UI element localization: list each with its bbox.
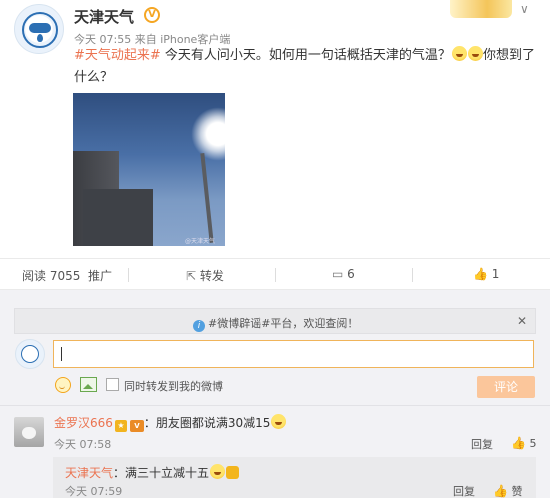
star-badge-icon: ★ bbox=[114, 420, 127, 432]
info-icon: i bbox=[193, 320, 205, 332]
forward-checkbox-label[interactable]: 同时转发到我的微博 bbox=[124, 378, 223, 394]
post-photo[interactable]: @天津天气 bbox=[73, 93, 225, 246]
comment-icon: ▭ bbox=[332, 267, 344, 281]
reply-like-button[interactable]: 👍 赞 bbox=[493, 483, 522, 498]
thumbs-up-emoji-icon bbox=[226, 466, 240, 479]
laugh-emoji-icon bbox=[271, 414, 287, 429]
divider bbox=[412, 268, 413, 282]
forward-checkbox[interactable] bbox=[106, 378, 119, 391]
laugh-emoji-icon bbox=[210, 464, 226, 479]
reply-text: ：满三十立减十五 bbox=[113, 466, 210, 480]
weibo-post: 天津天气 V ∨ 今天 07:55 来自 iPhone客户端 #天气动起来# 今… bbox=[0, 0, 550, 258]
comment-like-button[interactable]: 👍 5 bbox=[511, 436, 536, 450]
action-bar: 阅读 7055 推广 ⇱ 转发 ▭ 6 👍 1 bbox=[0, 258, 550, 290]
read-count: 阅读 7055 bbox=[22, 269, 81, 283]
weather-logo-ring bbox=[21, 345, 39, 363]
divider bbox=[0, 405, 550, 406]
reply-like-label: 赞 bbox=[511, 485, 523, 498]
like-count: 1 bbox=[491, 267, 500, 281]
commenter-name[interactable]: 金罗汉666 bbox=[54, 416, 113, 430]
divider bbox=[275, 268, 276, 282]
crane-shape bbox=[200, 153, 214, 243]
repost-icon: ⇱ bbox=[186, 269, 197, 283]
thumbs-up-icon: 👍 bbox=[473, 267, 488, 281]
repost-button[interactable]: ⇱ 转发 bbox=[186, 267, 224, 284]
reply-thread: 天津天气：满三十立减十五 今天 07:59 回复 👍 赞 bbox=[53, 457, 536, 498]
comment-input[interactable] bbox=[53, 340, 534, 368]
post-body-text: 今天有人问小天。如何用一句话概括天津的气温？ bbox=[160, 48, 451, 63]
thumbs-up-icon: 👍 bbox=[511, 436, 526, 450]
comment-text: ：朋友圈都说满30减15 bbox=[143, 416, 271, 430]
post-text: #天气动起来# 今天有人问小天。如何用一句话概括天津的气温？ 你想到了什么？ bbox=[74, 45, 536, 89]
divider bbox=[128, 268, 129, 282]
text-caret bbox=[61, 347, 62, 361]
verified-v-icon: V bbox=[144, 7, 160, 23]
corner-decoration bbox=[450, 0, 512, 18]
raindrop-icon bbox=[37, 34, 43, 42]
promote-button[interactable]: 推广 bbox=[88, 267, 112, 284]
notice-banner: i #微博辟谣#平台，欢迎查阅！ ✕ bbox=[14, 308, 536, 334]
reply-author[interactable]: 天津天气 bbox=[65, 466, 113, 480]
photo-watermark: @天津天气 bbox=[185, 238, 216, 245]
reply-time: 今天 07:59 bbox=[65, 485, 123, 498]
topic-link[interactable]: #天气动起来# bbox=[74, 48, 161, 63]
reply-reply-button[interactable]: 回复 bbox=[453, 483, 475, 498]
comment-like-count: 5 bbox=[529, 437, 537, 450]
repost-label: 转发 bbox=[199, 269, 224, 283]
notice-text[interactable]: i #微博辟谣#平台，欢迎查阅！ bbox=[193, 315, 358, 332]
comment-reply-button[interactable]: 回复 bbox=[471, 436, 493, 452]
close-icon[interactable]: ✕ bbox=[517, 314, 527, 328]
cloud-icon bbox=[29, 23, 51, 33]
laugh-emoji-icon bbox=[467, 46, 483, 61]
my-avatar bbox=[15, 339, 45, 369]
like-button[interactable]: 👍 1 bbox=[473, 267, 499, 281]
chevron-down-icon[interactable]: ∨ bbox=[520, 2, 529, 16]
sun-glare bbox=[191, 107, 225, 161]
thumbs-up-icon: 👍 bbox=[493, 484, 508, 498]
reply-item: 天津天气：满三十立减十五 bbox=[65, 464, 240, 481]
comment-time: 今天 07:58 bbox=[54, 438, 112, 451]
comment-count: 6 bbox=[347, 267, 355, 281]
comment-item: 金罗汉666 ★ V ：朋友圈都说满30减15 bbox=[54, 414, 287, 432]
post-username[interactable]: 天津天气 bbox=[74, 6, 134, 27]
building-shape bbox=[83, 189, 153, 246]
vip-badge-icon: V bbox=[129, 420, 144, 432]
submit-comment-button[interactable]: 评论 bbox=[477, 376, 535, 398]
comment-button[interactable]: ▭ 6 bbox=[332, 267, 355, 281]
emoji-picker-icon[interactable] bbox=[55, 377, 71, 393]
account-avatar[interactable] bbox=[14, 4, 64, 54]
comment-section: i #微博辟谣#平台，欢迎查阅！ ✕ 同时转发到我的微博 评论 金罗汉666 ★ V：… bbox=[0, 290, 550, 498]
image-upload-icon[interactable] bbox=[80, 377, 97, 392]
laugh-emoji-icon bbox=[451, 46, 467, 61]
commenter-avatar[interactable] bbox=[14, 417, 44, 447]
notice-label: #微博辟谣#平台，欢迎查阅！ bbox=[208, 317, 359, 330]
